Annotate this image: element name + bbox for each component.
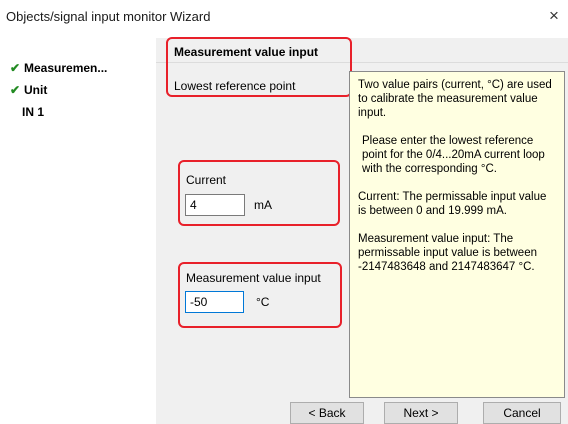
- help-panel: Two value pairs (current, °C) are used t…: [349, 71, 565, 398]
- wizard-steps-sidebar: [8, 41, 156, 424]
- window-title: Objects/signal input monitor Wizard: [6, 9, 211, 24]
- measurement-highlight-box: [178, 262, 342, 328]
- help-paragraph: Current: The permissable input value is …: [358, 191, 547, 217]
- next-button[interactable]: Next >: [384, 402, 458, 424]
- check-icon: ✔: [10, 83, 21, 97]
- sidebar-item-label: Unit: [24, 83, 48, 97]
- check-icon: ✔: [10, 61, 21, 75]
- header-highlight-box: [166, 37, 352, 97]
- title-bar: Objects/signal input monitor Wizard ×: [0, 0, 568, 34]
- help-paragraph: Please enter the lowest reference point …: [362, 135, 545, 175]
- sidebar-item-label: Measuremen...: [24, 61, 108, 75]
- sidebar-item-unit[interactable]: ✔ Unit: [10, 83, 47, 97]
- close-icon[interactable]: ×: [546, 7, 562, 24]
- cancel-button[interactable]: Cancel: [483, 402, 561, 424]
- sidebar-item-measurement[interactable]: ✔ Measuremen...: [10, 61, 107, 75]
- sidebar-item-in1[interactable]: IN 1: [22, 105, 44, 119]
- sidebar-item-label: IN 1: [22, 105, 45, 119]
- help-paragraph: Two value pairs (current, °C) are used t…: [358, 79, 552, 119]
- back-button[interactable]: < Back: [290, 402, 364, 424]
- help-paragraph: Measurement value input: The permissable…: [358, 233, 537, 273]
- current-highlight-box: [178, 160, 340, 226]
